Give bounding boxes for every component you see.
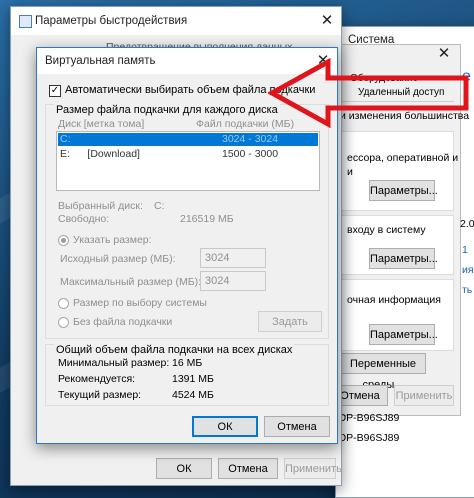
vm-cancel-button[interactable]: Отмена bbox=[264, 416, 330, 437]
drive-letter: C: bbox=[60, 133, 71, 145]
current-size-value: 4524 МБ bbox=[172, 389, 214, 401]
custom-size-radio[interactable] bbox=[58, 235, 69, 246]
paging-group-label: Размер файла подкачки для каждого диска bbox=[54, 104, 280, 116]
set-button[interactable]: Задать bbox=[258, 311, 322, 332]
vm-dialog-title: Виртуальная память bbox=[45, 55, 156, 67]
annotation-arrow-icon bbox=[268, 58, 469, 128]
initial-size-label: Исходный размер (МБ): bbox=[60, 253, 176, 265]
perf-cancel-button[interactable]: Отмена bbox=[218, 458, 278, 479]
profiles-text: входу в систему bbox=[347, 224, 426, 236]
performance-text: ессора, оперативной и bbox=[347, 152, 459, 164]
title-bar: Параметры быстродействия ✕ bbox=[11, 7, 341, 35]
min-size-label: Минимальный размер: bbox=[58, 357, 170, 369]
max-size-input[interactable]: 3024 bbox=[200, 271, 266, 291]
user-profiles-group: входу в систему Параметры... bbox=[340, 215, 454, 275]
startup-text: очная информация bbox=[347, 294, 441, 306]
performance-group: ессора, оперативной и и Параметры... bbox=[340, 131, 458, 211]
side-text: 1 bbox=[462, 244, 468, 256]
current-size-label: Текущий размер: bbox=[58, 389, 142, 401]
side-text: ть bbox=[462, 284, 473, 296]
drive-list[interactable]: C: 3024 - 3024 E: [Download] 1500 - 3000 bbox=[56, 131, 320, 191]
profiles-settings-button[interactable]: Параметры... bbox=[369, 248, 438, 269]
col-disk-header: Диск [метка тома] bbox=[58, 118, 145, 130]
performance-settings-button[interactable]: Параметры... bbox=[369, 180, 438, 201]
close-icon[interactable]: ✕ bbox=[319, 13, 335, 29]
system-managed-radio[interactable] bbox=[58, 298, 69, 309]
recommended-label: Рекомендуется: bbox=[58, 373, 136, 385]
selected-disk-label: Выбранный диск: bbox=[58, 200, 143, 212]
total-paging-group: Общий объем файла подкачки на всех диска… bbox=[45, 344, 329, 406]
drive-row-selected[interactable]: C: 3024 - 3024 bbox=[58, 133, 318, 146]
vm-ok-button[interactable]: ОК bbox=[192, 416, 258, 437]
auto-manage-checkbox[interactable]: ✓ bbox=[49, 85, 61, 97]
drive-row[interactable]: E: [Download] 1500 - 3000 bbox=[58, 148, 318, 161]
app-icon bbox=[19, 15, 32, 28]
computer-name: OP-B96SJ89 bbox=[338, 432, 400, 444]
total-group-label: Общий объем файла подкачки на всех диска… bbox=[54, 344, 295, 356]
initial-size-input[interactable]: 3024 bbox=[200, 248, 266, 268]
performance-window-title: Параметры быстродействия bbox=[35, 15, 188, 27]
drive-letter: E: [Download] bbox=[60, 148, 140, 160]
perf-apply-button[interactable]: Применить bbox=[284, 458, 342, 479]
custom-size-label[interactable]: Указать размер: bbox=[73, 234, 152, 246]
side-text: 2.00 bbox=[460, 218, 474, 230]
free-space-value: 216519 МБ bbox=[180, 213, 234, 225]
max-size-label: Максимальный размер (МБ): bbox=[60, 276, 202, 288]
system-managed-label[interactable]: Размер по выбору системы bbox=[73, 297, 207, 309]
side-text: ия bbox=[462, 264, 474, 276]
min-size-value: 16 МБ bbox=[172, 357, 203, 369]
drive-size: 3024 - 3024 bbox=[222, 133, 279, 145]
computer-name: OP-B96SJ89 bbox=[338, 412, 400, 424]
drive-size: 1500 - 3000 bbox=[222, 148, 279, 160]
performance-text-2: и bbox=[347, 166, 353, 178]
no-paging-label[interactable]: Без файла подкачки bbox=[73, 316, 172, 328]
environment-variables-button[interactable]: Переменные среды... bbox=[340, 353, 426, 391]
recommended-value: 1391 МБ bbox=[172, 373, 214, 385]
system-apply-button[interactable]: Применить bbox=[394, 385, 454, 406]
no-paging-radio[interactable] bbox=[58, 317, 69, 328]
free-space-label: Свободно: bbox=[58, 213, 110, 225]
startup-settings-button[interactable]: Параметры... bbox=[369, 324, 438, 345]
paging-file-group: Размер файла подкачки для каждого диска … bbox=[45, 104, 329, 339]
perf-ok-button[interactable]: ОК bbox=[156, 458, 212, 479]
startup-group: очная информация Параметры... bbox=[340, 279, 454, 351]
selected-disk-value: C: bbox=[154, 200, 165, 212]
